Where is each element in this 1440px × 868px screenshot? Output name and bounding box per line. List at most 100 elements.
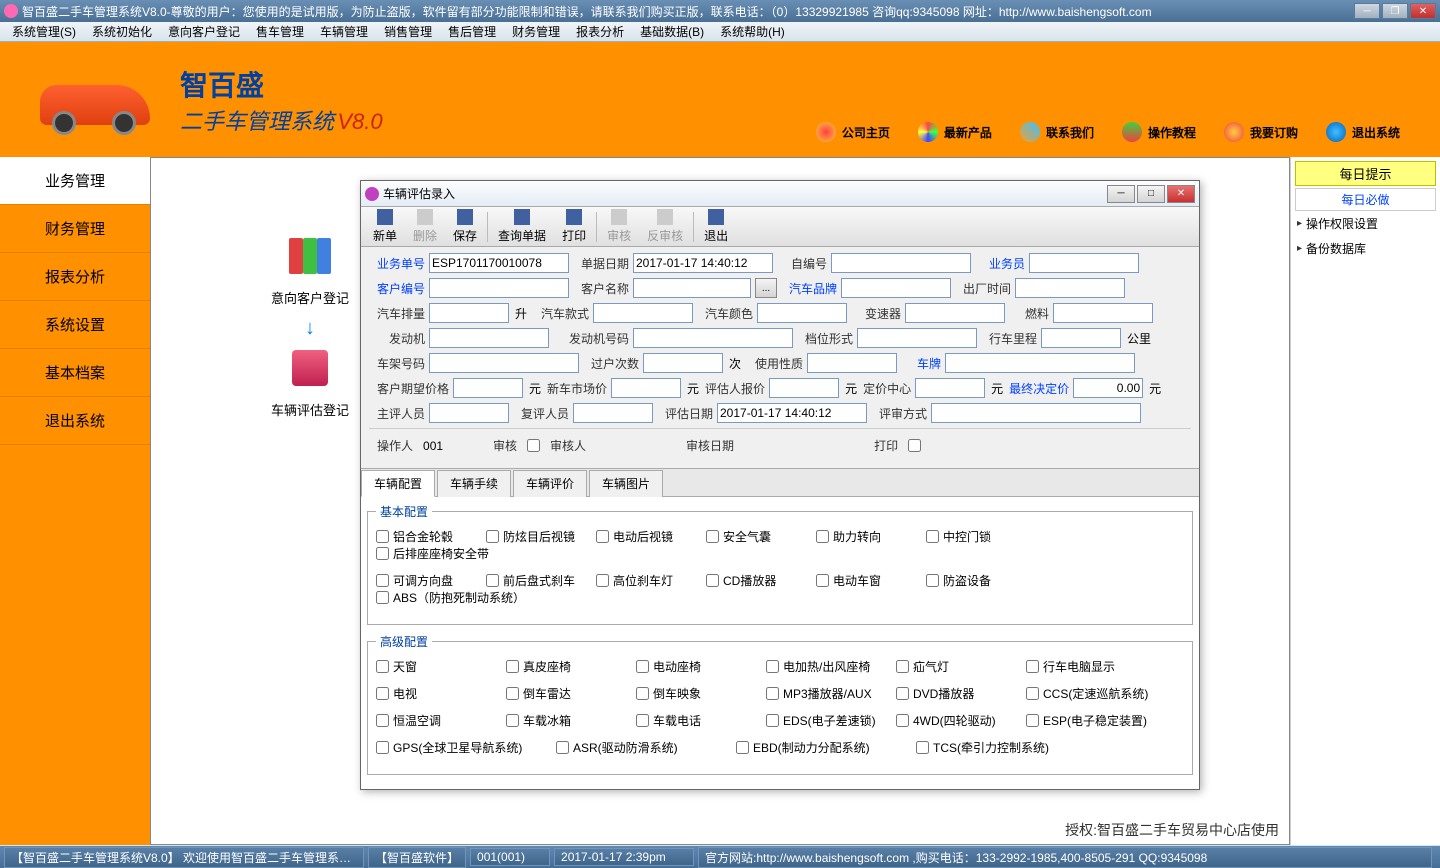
- checkbox-DVD播放器[interactable]: DVD播放器: [896, 685, 1026, 702]
- checkbox-倒车映象[interactable]: 倒车映象: [636, 685, 766, 702]
- checkbox-电动后视镜[interactable]: 电动后视镜: [596, 528, 706, 545]
- checkbox-安全气囊[interactable]: 安全气囊: [706, 528, 816, 545]
- minimize-button[interactable]: ─: [1354, 3, 1380, 19]
- header-nav-item[interactable]: 我要订购: [1224, 122, 1298, 142]
- gear-type-input[interactable]: [857, 328, 977, 348]
- checkbox-铝合金轮毂[interactable]: 铝合金轮毂: [376, 528, 486, 545]
- checkbox-CD播放器[interactable]: CD播放器: [706, 572, 816, 589]
- dialog-minimize-button[interactable]: ─: [1107, 185, 1135, 203]
- checkbox-电加热/出风座椅[interactable]: 电加热/出风座椅: [766, 658, 896, 675]
- vin-input[interactable]: [429, 353, 579, 373]
- checkbox-CCS(定速巡航系统)[interactable]: CCS(定速巡航系统): [1026, 685, 1156, 702]
- maximize-button[interactable]: ❐: [1382, 3, 1408, 19]
- checkbox-ESP(电子稳定装置)[interactable]: ESP(电子稳定装置): [1026, 712, 1156, 729]
- print-checkbox[interactable]: [908, 439, 921, 452]
- dialog-maximize-button[interactable]: □: [1137, 185, 1165, 203]
- cust-no-label[interactable]: 客户编号: [369, 280, 425, 297]
- engine-no-input[interactable]: [633, 328, 793, 348]
- toolbar-查询单据[interactable]: 查询单据: [490, 209, 554, 244]
- biz-no-input[interactable]: [429, 253, 569, 273]
- audit-checkbox[interactable]: [527, 439, 540, 452]
- center-input[interactable]: [915, 378, 985, 398]
- checkbox-EDS(电子差速锁)[interactable]: EDS(电子差速锁): [766, 712, 896, 729]
- method-input[interactable]: [931, 403, 1141, 423]
- checkbox-高位刹车灯[interactable]: 高位刹车灯: [596, 572, 706, 589]
- expect-input[interactable]: [453, 378, 523, 398]
- checkbox-4WD(四轮驱动)[interactable]: 4WD(四轮驱动): [896, 712, 1026, 729]
- tab-车辆图片[interactable]: 车辆图片: [589, 470, 663, 497]
- tips-item[interactable]: 操作权限设置: [1295, 211, 1436, 236]
- transfer-input[interactable]: [643, 353, 723, 373]
- self-no-input[interactable]: [831, 253, 971, 273]
- header-nav-item[interactable]: 操作教程: [1122, 122, 1196, 142]
- checkbox-电动车窗[interactable]: 电动车窗: [816, 572, 926, 589]
- menu-item[interactable]: 报表分析: [568, 23, 632, 40]
- header-nav-item[interactable]: 公司主页: [816, 122, 890, 142]
- sidebar-item[interactable]: 财务管理: [0, 205, 150, 253]
- checkbox-疝气灯[interactable]: 疝气灯: [896, 658, 1026, 675]
- flow-icon[interactable]: [285, 350, 335, 390]
- menu-item[interactable]: 系统帮助(H): [712, 23, 793, 40]
- checkbox-车载电话[interactable]: 车载电话: [636, 712, 766, 729]
- menu-item[interactable]: 系统管理(S): [4, 23, 84, 40]
- fuel-input[interactable]: [1053, 303, 1153, 323]
- disp-input[interactable]: [429, 303, 509, 323]
- toolbar-保存[interactable]: 保存: [445, 209, 485, 244]
- checkbox-电动座椅[interactable]: 电动座椅: [636, 658, 766, 675]
- market-input[interactable]: [611, 378, 681, 398]
- main-assess-input[interactable]: [429, 403, 509, 423]
- gearbox-input[interactable]: [905, 303, 1005, 323]
- checkbox-天窗[interactable]: 天窗: [376, 658, 506, 675]
- checkbox-电视[interactable]: 电视: [376, 685, 506, 702]
- assess-input[interactable]: [769, 378, 839, 398]
- engine-input[interactable]: [429, 328, 549, 348]
- header-nav-item[interactable]: 最新产品: [918, 122, 992, 142]
- checkbox-MP3播放器/AUX[interactable]: MP3播放器/AUX: [766, 685, 896, 702]
- menu-item[interactable]: 基础数据(B): [632, 23, 712, 40]
- flow-icon[interactable]: [285, 238, 335, 278]
- final-input[interactable]: [1073, 378, 1143, 398]
- menu-item[interactable]: 车辆管理: [312, 23, 376, 40]
- sidebar-item[interactable]: 报表分析: [0, 253, 150, 301]
- toolbar-退出[interactable]: 退出: [696, 209, 736, 244]
- header-nav-item[interactable]: 联系我们: [1020, 122, 1094, 142]
- menu-item[interactable]: 售后管理: [440, 23, 504, 40]
- sidebar-item[interactable]: 系统设置: [0, 301, 150, 349]
- checkbox-防炫目后视镜[interactable]: 防炫目后视镜: [486, 528, 596, 545]
- toolbar-新单[interactable]: 新单: [365, 209, 405, 244]
- brand-input[interactable]: [841, 278, 951, 298]
- dialog-close-button[interactable]: ✕: [1167, 185, 1195, 203]
- checkbox-可调方向盘[interactable]: 可调方向盘: [376, 572, 486, 589]
- checkbox-恒温空调[interactable]: 恒温空调: [376, 712, 506, 729]
- checkbox-GPS(全球卫星导航系统)[interactable]: GPS(全球卫星导航系统): [376, 739, 556, 756]
- menu-item[interactable]: 意向客户登记: [160, 23, 248, 40]
- checkbox-助力转向[interactable]: 助力转向: [816, 528, 926, 545]
- checkbox-ABS（防抱死制动系统）[interactable]: ABS（防抱死制动系统）: [376, 589, 526, 606]
- tab-车辆手续[interactable]: 车辆手续: [437, 470, 511, 497]
- mileage-input[interactable]: [1041, 328, 1121, 348]
- biz-no-label[interactable]: 业务单号: [369, 255, 425, 272]
- usage-input[interactable]: [807, 353, 897, 373]
- color-input[interactable]: [757, 303, 847, 323]
- cust-no-input[interactable]: [429, 278, 569, 298]
- checkbox-倒车雷达[interactable]: 倒车雷达: [506, 685, 636, 702]
- checkbox-ASR(驱动防滑系统)[interactable]: ASR(驱动防滑系统): [556, 739, 736, 756]
- checkbox-中控门锁[interactable]: 中控门锁: [926, 528, 1036, 545]
- re-assess-input[interactable]: [573, 403, 653, 423]
- menu-item[interactable]: 系统初始化: [84, 23, 160, 40]
- close-button[interactable]: ✕: [1410, 3, 1436, 19]
- sidebar-item[interactable]: 退出系统: [0, 397, 150, 445]
- sidebar-item[interactable]: 业务管理: [0, 157, 150, 205]
- cust-name-input[interactable]: [633, 278, 751, 298]
- checkbox-前后盘式刹车[interactable]: 前后盘式刹车: [486, 572, 596, 589]
- plate-label[interactable]: 车牌: [901, 355, 941, 372]
- checkbox-真皮座椅[interactable]: 真皮座椅: [506, 658, 636, 675]
- style-input[interactable]: [593, 303, 693, 323]
- checkbox-车载冰箱[interactable]: 车载冰箱: [506, 712, 636, 729]
- tips-item[interactable]: 备份数据库: [1295, 236, 1436, 261]
- menu-item[interactable]: 售车管理: [248, 23, 312, 40]
- sales-input[interactable]: [1029, 253, 1139, 273]
- checkbox-防盗设备[interactable]: 防盗设备: [926, 572, 1036, 589]
- sidebar-item[interactable]: 基本档案: [0, 349, 150, 397]
- factory-time-input[interactable]: [1015, 278, 1125, 298]
